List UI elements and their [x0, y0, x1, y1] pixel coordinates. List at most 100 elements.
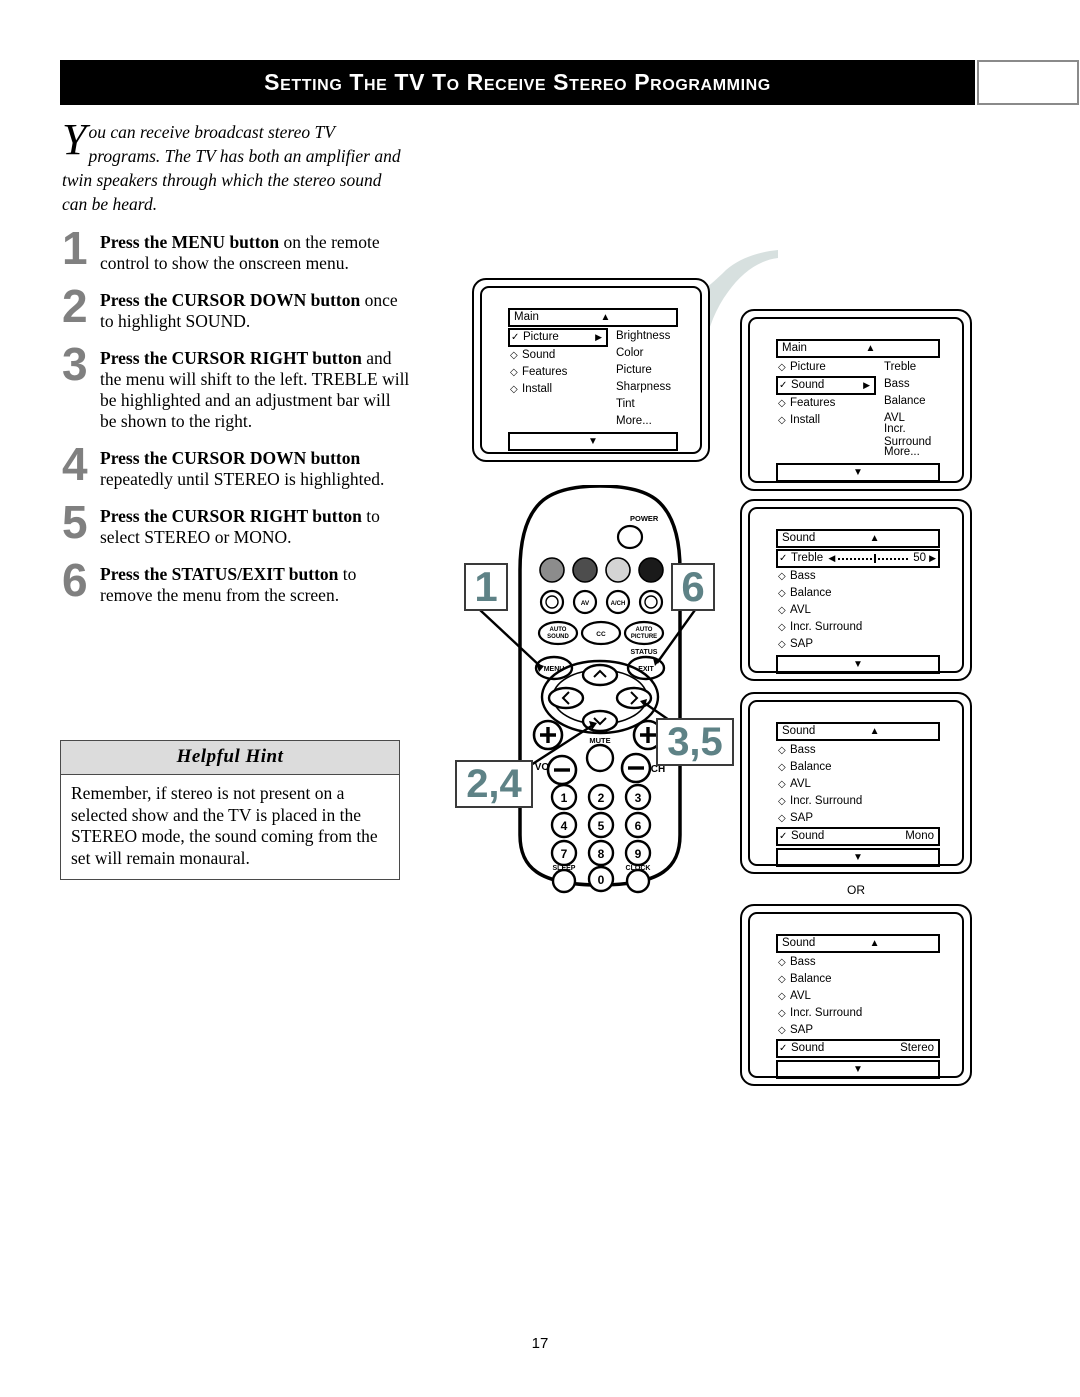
scroll-down-bar[interactable]: ▼	[776, 463, 940, 482]
osd-item-bass[interactable]: ◇ Bass	[776, 568, 940, 585]
step-item: 5 Press the CURSOR RIGHT button to selec…	[62, 499, 410, 548]
tv-screen-sound-stereo: Sound ▲ ◇ Bass ◇ Balance ◇ AVL ◇ Incr. S…	[740, 904, 972, 1086]
osd-subitem[interactable]: Bass	[882, 376, 940, 393]
osd-subitem[interactable]: Picture	[614, 362, 678, 379]
osd-title-label: Main	[782, 342, 807, 354]
key-8-label: 8	[598, 847, 605, 861]
slider-track[interactable]	[838, 554, 911, 563]
osd-item-features[interactable]: ◇ Features	[776, 395, 876, 412]
scroll-up-icon[interactable]: ▲	[539, 311, 672, 324]
step-bold: Press the STATUS/EXIT button	[100, 564, 339, 584]
osd-subitem[interactable]: Color	[614, 345, 678, 362]
osd-item-sound[interactable]: ◇ Sound	[508, 347, 608, 364]
osd-item-label: Install	[522, 383, 553, 395]
caret-right-icon[interactable]: ▶	[929, 552, 936, 565]
smiley-icon-button-right[interactable]	[638, 589, 664, 615]
osd-title-bar: Sound ▲	[776, 529, 940, 548]
diamond-icon: ◇	[510, 367, 518, 378]
osd-item-sap[interactable]: ◇ SAP	[776, 810, 940, 827]
osd-item-list: ◇ Bass ◇ Balance ◇ AVL ◇ Incr. Surround	[776, 954, 940, 1039]
osd-item-balance[interactable]: ◇ Balance	[776, 759, 940, 776]
osd-item-bass[interactable]: ◇ Bass	[776, 954, 940, 971]
osd-item-label: Incr. Surround	[790, 1007, 863, 1019]
scroll-up-icon[interactable]: ▲	[815, 937, 934, 950]
osd-item-avl[interactable]: ◇ AVL	[776, 776, 940, 793]
cursor-up-button[interactable]	[581, 663, 619, 687]
check-icon: ✓	[779, 1043, 788, 1054]
color-button-4[interactable]	[638, 557, 664, 583]
auto-picture-button[interactable]	[623, 620, 665, 646]
osd-item-balance[interactable]: ◇ Balance	[776, 585, 940, 602]
osd-item-label: Bass	[790, 744, 816, 756]
osd-item-incr-surround[interactable]: ◇ Incr. Surround	[776, 793, 940, 810]
auto-sound-button[interactable]	[537, 620, 579, 646]
osd-item-label: AVL	[790, 778, 811, 790]
osd-item-avl[interactable]: ◇ AVL	[776, 988, 940, 1005]
sleep-button[interactable]	[551, 868, 577, 894]
osd-item-treble[interactable]: ✓ Treble ◀ 50 ▶	[776, 549, 940, 568]
color-button-3[interactable]	[605, 557, 631, 583]
scroll-up-icon[interactable]: ▲	[815, 532, 934, 545]
osd-item-bass[interactable]: ◇ Bass	[776, 742, 940, 759]
osd-item-picture[interactable]: ◇ Picture	[776, 359, 876, 376]
diamond-icon: ◇	[778, 622, 786, 633]
scroll-down-bar[interactable]: ▼	[776, 1060, 940, 1079]
scroll-down-bar[interactable]: ▼	[776, 655, 940, 674]
osd-columns: ✓ Picture ▶ ◇ Sound ◇ Features ◇ Install…	[508, 328, 678, 430]
intro-paragraph: You can receive broadcast stereo TV prog…	[62, 118, 407, 216]
key-6-label: 6	[635, 819, 642, 833]
cursor-left-button[interactable]	[547, 686, 585, 710]
slider-knob[interactable]	[874, 554, 877, 563]
smiley-icon-button-left[interactable]	[539, 589, 565, 615]
diamond-icon: ◇	[778, 745, 786, 756]
osd-item-features[interactable]: ◇ Features	[508, 364, 608, 381]
tv-bezel: Main ▲ ✓ Picture ▶ ◇ Sound ◇ Features ◇ …	[480, 286, 702, 454]
osd-left-column: ◇ Picture ✓ Sound ▶ ◇ Features ◇ Install	[776, 359, 876, 461]
key-2-label: 2	[598, 791, 605, 805]
key-9-label: 9	[635, 847, 642, 861]
osd-item-install[interactable]: ◇ Install	[776, 412, 876, 429]
osd-item-avl[interactable]: ◇ AVL	[776, 602, 940, 619]
color-button-2[interactable]	[572, 557, 598, 583]
osd-subitem[interactable]: Incr. Surround	[882, 423, 940, 448]
osd-subitem[interactable]: Sharpness	[614, 379, 678, 396]
osd-subitem-more[interactable]: More...	[614, 413, 678, 430]
osd-item-sap[interactable]: ◇ SAP	[776, 1022, 940, 1039]
remote-svg: POWER AV A/CH AUTO SOUND CC AUTO PICTURE…	[475, 484, 715, 894]
osd-subitem[interactable]: Brightness	[614, 328, 678, 345]
step-item: 4 Press the CURSOR DOWN button repeatedl…	[62, 441, 410, 490]
osd-subitem-more[interactable]: More...	[882, 444, 940, 461]
treble-slider[interactable]: ◀ 50 ▶	[826, 552, 936, 565]
osd-title-bar: Main ▲	[776, 339, 940, 358]
osd-subitem[interactable]: Tint	[614, 396, 678, 413]
diamond-icon: ◇	[778, 1025, 786, 1036]
osd-title-label: Main	[514, 311, 539, 323]
osd-item-install[interactable]: ◇ Install	[508, 381, 608, 398]
diamond-icon: ◇	[778, 571, 786, 582]
osd-item-incr-surround[interactable]: ◇ Incr. Surround	[776, 619, 940, 636]
osd-item-sound-mode[interactable]: ✓ Sound Stereo	[776, 1039, 940, 1058]
osd-title-bar: Main ▲	[508, 308, 678, 327]
osd-item-balance[interactable]: ◇ Balance	[776, 971, 940, 988]
diamond-icon: ◇	[778, 762, 786, 773]
scroll-up-icon[interactable]: ▲	[815, 725, 934, 738]
osd-item-incr-surround[interactable]: ◇ Incr. Surround	[776, 1005, 940, 1022]
step-item: 3 Press the CURSOR RIGHT button and the …	[62, 341, 410, 432]
scroll-down-bar[interactable]: ▼	[776, 848, 940, 867]
caret-left-icon[interactable]: ◀	[828, 552, 835, 565]
color-button-1[interactable]	[539, 557, 565, 583]
clock-button[interactable]	[625, 868, 651, 894]
osd-item-sound-mode[interactable]: ✓ Sound Mono	[776, 827, 940, 846]
mute-button[interactable]	[585, 743, 615, 773]
osd-item-picture[interactable]: ✓ Picture ▶	[508, 328, 608, 347]
step-item: 2 Press the CURSOR DOWN button once to h…	[62, 283, 410, 332]
osd-item-sound[interactable]: ✓ Sound ▶	[776, 376, 876, 395]
osd-item-sap[interactable]: ◇ SAP	[776, 636, 940, 653]
scroll-down-bar[interactable]: ▼	[508, 432, 678, 451]
a-ch-label: A/CH	[611, 601, 626, 607]
scroll-up-icon[interactable]: ▲	[807, 342, 934, 355]
osd-subitem[interactable]: Treble	[882, 359, 940, 376]
osd-subitem[interactable]: Balance	[882, 393, 940, 410]
osd-item-label: Sound	[791, 1042, 825, 1054]
power-button[interactable]	[616, 524, 644, 550]
